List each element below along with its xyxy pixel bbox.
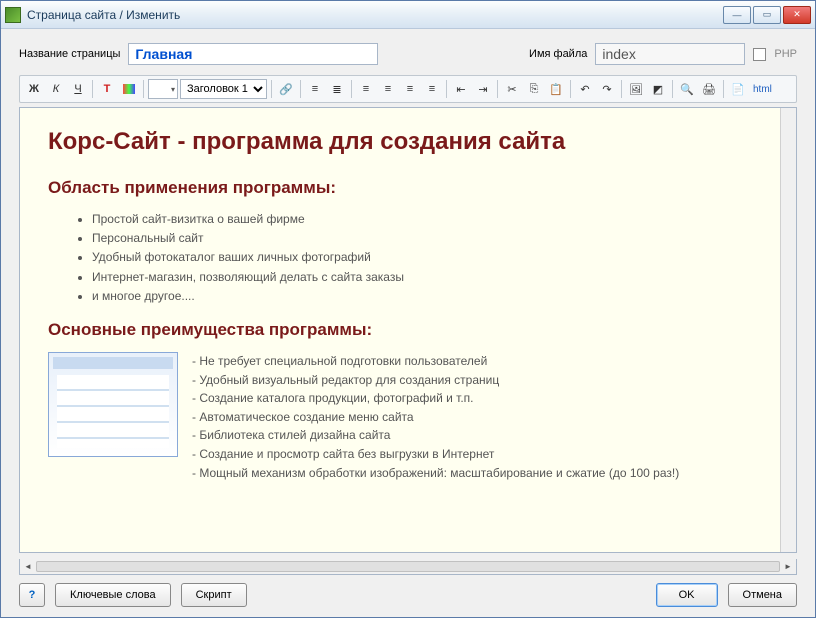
file-name-label: Имя файла — [529, 48, 587, 60]
close-button[interactable]: ✕ — [783, 6, 811, 24]
cut-button[interactable]: ✂ — [502, 79, 522, 99]
list-item: и многое другое.... — [92, 287, 752, 306]
align-justify-button[interactable]: ≡ — [422, 79, 442, 99]
heading-select[interactable]: Заголовок 1 — [180, 79, 267, 99]
php-label: PHP — [774, 48, 797, 60]
indent-button[interactable]: ⇥ — [473, 79, 493, 99]
titlebar: Страница сайта / Изменить — ▭ ✕ — [1, 1, 815, 29]
window-title: Страница сайта / Изменить — [27, 8, 723, 22]
print-button[interactable]: 🖨 — [699, 79, 719, 99]
source-button[interactable]: 📄 — [728, 79, 748, 99]
app-icon — [5, 7, 21, 23]
copy-button[interactable]: ⎘ — [524, 79, 544, 99]
bold-button[interactable]: Ж — [24, 79, 44, 99]
vertical-scrollbar[interactable] — [780, 108, 796, 552]
list-ul-button[interactable]: ≡ — [305, 79, 325, 99]
paste-button[interactable]: 📋 — [546, 79, 566, 99]
list-item: Интернет-магазин, позволяющий делать с с… — [92, 268, 752, 287]
style-dropdown[interactable]: ▾ — [148, 79, 178, 99]
ok-button[interactable]: OK — [656, 583, 718, 607]
doc-h2-features: Основные преимущества программы: — [48, 320, 752, 340]
scroll-right-icon[interactable]: ► — [780, 559, 796, 574]
script-button[interactable]: Скрипт — [181, 583, 247, 607]
find-button[interactable]: 🔍 — [677, 79, 697, 99]
align-right-button[interactable]: ≡ — [400, 79, 420, 99]
image-button[interactable]: 🖼 — [626, 79, 646, 99]
scroll-left-icon[interactable]: ◄ — [20, 559, 36, 574]
list-item: Удобный фотокаталог ваших личных фотогра… — [92, 248, 752, 267]
object-button[interactable]: ◩ — [648, 79, 668, 99]
align-left-button[interactable]: ≡ — [356, 79, 376, 99]
editor-area[interactable]: Корс-Сайт - программа для создания сайта… — [20, 108, 780, 552]
html-button[interactable]: html — [750, 79, 775, 99]
php-checkbox[interactable] — [753, 48, 766, 61]
bg-color-button[interactable] — [119, 79, 139, 99]
horizontal-scrollbar[interactable]: ◄ ► — [19, 559, 797, 575]
file-name-input[interactable] — [595, 43, 745, 65]
list-ol-button[interactable]: ≣ — [327, 79, 347, 99]
link-button[interactable]: 🔗 — [276, 79, 296, 99]
outdent-button[interactable]: ⇤ — [451, 79, 471, 99]
minimize-button[interactable]: — — [723, 6, 751, 24]
doc-h2-scope: Область применения программы: — [48, 178, 752, 198]
list-item: Простой сайт-визитка о вашей фирме — [92, 210, 752, 229]
page-name-label: Название страницы — [19, 48, 120, 60]
maximize-button[interactable]: ▭ — [753, 6, 781, 24]
cancel-button[interactable]: Отмена — [728, 583, 797, 607]
scope-list: Простой сайт-визитка о вашей фирме Персо… — [48, 210, 752, 306]
undo-button[interactable]: ↶ — [575, 79, 595, 99]
features-text: - Не требует специальной подготовки поль… — [192, 352, 679, 482]
text-color-button[interactable]: T — [97, 79, 117, 99]
align-center-button[interactable]: ≡ — [378, 79, 398, 99]
redo-button[interactable]: ↷ — [597, 79, 617, 99]
editor-toolbar: Ж К Ч T ▾ Заголовок 1 🔗 ≡ ≣ ≡ ≡ ≡ ≡ ⇤ ⇥ … — [19, 75, 797, 103]
list-item: Персональный сайт — [92, 229, 752, 248]
keywords-button[interactable]: Ключевые слова — [55, 583, 171, 607]
screenshot-thumbnail — [48, 352, 178, 457]
help-button[interactable]: ? — [19, 583, 45, 607]
page-name-input[interactable] — [128, 43, 378, 65]
underline-button[interactable]: Ч — [68, 79, 88, 99]
italic-button[interactable]: К — [46, 79, 66, 99]
doc-h1: Корс-Сайт - программа для создания сайта — [48, 128, 752, 156]
